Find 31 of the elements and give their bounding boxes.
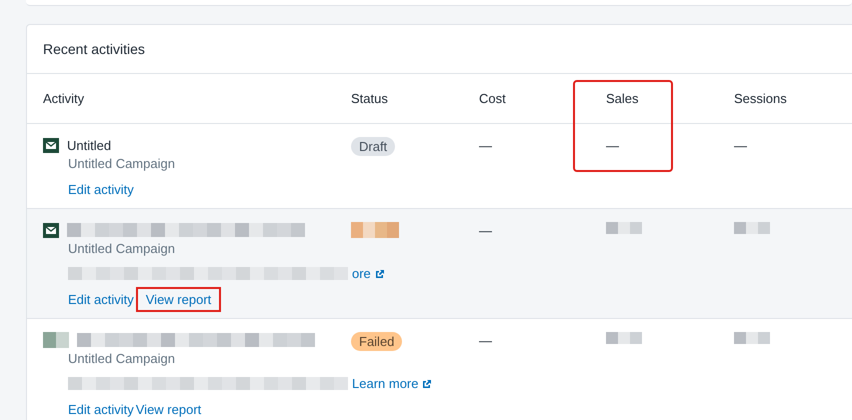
blurred-text	[606, 222, 642, 234]
metric-value: —	[606, 137, 619, 154]
metric-value: —	[734, 137, 747, 154]
learn-more-link[interactable]: Learn more	[352, 375, 432, 392]
card-title: Recent activities	[43, 40, 145, 58]
column-header: Sales	[606, 90, 639, 108]
status-badge: Draft	[351, 137, 396, 156]
learn-more-link[interactable]: ore	[352, 265, 385, 282]
column-header: Activity	[43, 90, 84, 108]
external-link-icon	[422, 378, 432, 388]
activity-link[interactable]: View report	[136, 401, 202, 418]
activity-link[interactable]: View report	[136, 287, 222, 312]
campaign-name: Untitled Campaign	[67, 240, 176, 257]
activity-link[interactable]: Edit activity	[68, 181, 134, 198]
column-header: Sessions	[734, 90, 787, 108]
column-header: Cost	[479, 90, 506, 108]
campaign-name: Untitled Campaign	[67, 155, 176, 172]
blurred-text	[734, 332, 770, 344]
column-header: Status	[351, 90, 388, 108]
metric-value: —	[479, 222, 492, 239]
blurred-text	[734, 222, 770, 234]
activity-link[interactable]: Edit activity	[68, 401, 134, 418]
metric-value: —	[479, 332, 492, 349]
blurred-text	[351, 222, 399, 238]
activity-link[interactable]: Edit activity	[68, 291, 134, 308]
blurred-text	[606, 332, 642, 344]
external-link-icon	[374, 268, 385, 278]
status-badge: Failed	[351, 332, 402, 351]
metric-value: —	[479, 137, 492, 154]
campaign-name: Untitled Campaign	[67, 350, 176, 367]
activity-name: Untitled	[67, 136, 112, 154]
